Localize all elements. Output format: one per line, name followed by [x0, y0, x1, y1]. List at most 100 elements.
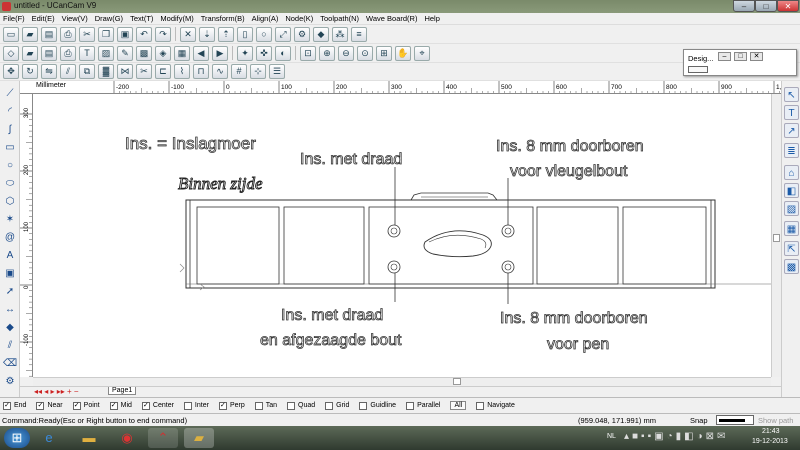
forward-icon[interactable]: ▶ — [212, 45, 228, 61]
gear-tool-icon[interactable]: ⚙ — [3, 375, 17, 389]
rect-tool-icon[interactable]: ▭ — [3, 141, 17, 155]
settings-icon[interactable]: ⚙ — [294, 26, 310, 42]
explorer-icon[interactable]: ▬ — [74, 428, 104, 448]
chrome-icon[interactable]: ◉ — [112, 428, 142, 448]
circle-tool-icon[interactable]: ○ — [3, 159, 17, 173]
undo-icon[interactable]: ↶ — [136, 26, 152, 42]
snap-option[interactable]: ✓ Perp — [218, 401, 245, 410]
vertical-scrollbar[interactable] — [771, 94, 781, 377]
measure-icon[interactable]: ⌖ — [414, 45, 430, 61]
polygon-tool-icon[interactable]: ⬡ — [3, 195, 17, 209]
rotate-icon[interactable]: ↻ — [22, 64, 38, 79]
knife-tool-icon[interactable]: ⫽ — [3, 339, 17, 353]
break-icon[interactable]: ⌇ — [174, 64, 190, 79]
tray-icons[interactable]: ▴■▪▪▣◔▮◧◑⊠✉ — [624, 431, 728, 442]
cut-icon[interactable]: ✂ — [79, 26, 95, 42]
snap-checkbox[interactable] — [359, 401, 368, 410]
menu-modify[interactable]: Modify(M) — [160, 14, 193, 23]
pointer-tool-icon[interactable]: ↖ — [784, 87, 799, 102]
vertical-scroll-thumb[interactable] — [773, 234, 780, 242]
offset-icon[interactable]: ⊏ — [155, 64, 171, 79]
snap-option[interactable]: Inter — [183, 401, 209, 410]
paste-icon[interactable]: ▣ — [117, 26, 133, 42]
panel-close-button[interactable]: ✕ — [750, 52, 763, 61]
select-icon[interactable]: ◇ — [3, 45, 19, 61]
menu-edit[interactable]: Edit(E) — [32, 14, 55, 23]
snap-icon[interactable]: ⊹ — [250, 64, 266, 79]
menu-transform[interactable]: Transform(B) — [201, 14, 245, 23]
rectangle-icon[interactable]: ▯ — [237, 26, 253, 42]
image-icon[interactable]: ▨ — [98, 45, 114, 61]
node-tool-icon[interactable]: ◆ — [3, 321, 17, 335]
menu-help[interactable]: Help — [424, 14, 439, 23]
zoom-box-icon[interactable]: ⊞ — [376, 45, 392, 61]
start-button[interactable]: ⊞ — [4, 428, 30, 448]
star-tool-icon[interactable]: ✶ — [3, 213, 17, 227]
skew-icon[interactable]: ⫽ — [60, 64, 76, 79]
menu-draw[interactable]: Draw(G) — [95, 14, 123, 23]
new-icon[interactable]: ▭ — [3, 26, 19, 42]
menu-view[interactable]: View(V) — [62, 14, 88, 23]
ie-icon[interactable]: e — [34, 428, 64, 448]
bitmap-tool-icon[interactable]: ▩ — [784, 259, 799, 274]
navigate-checkbox[interactable] — [476, 401, 485, 410]
layers-tool-icon[interactable]: ≣ — [784, 143, 799, 158]
snap-option[interactable]: Parallel — [406, 401, 440, 410]
menu-wave-board[interactable]: Wave Board(R) — [366, 14, 417, 23]
node-edit-tool-icon[interactable]: ↗ — [784, 123, 799, 138]
design-panel[interactable]: Desig... – □ ✕ — [683, 49, 797, 76]
grid-icon[interactable]: # — [231, 64, 247, 79]
redo-icon[interactable]: ↷ — [155, 26, 171, 42]
text-edit-tool-icon[interactable]: T — [784, 105, 799, 120]
image-tool-icon[interactable]: ▨ — [784, 201, 799, 216]
menu-node[interactable]: Node(K) — [285, 14, 313, 23]
snap-option[interactable]: Tan — [254, 401, 277, 410]
arrow-tool-icon[interactable]: ➚ — [3, 285, 17, 299]
navigate-option[interactable]: Navigate — [476, 401, 515, 410]
grid-tool-icon[interactable]: ▦ — [784, 221, 799, 236]
delete-icon[interactable]: ✕ — [180, 26, 196, 42]
snap-option[interactable]: ✓ Center — [141, 401, 174, 410]
print-icon[interactable]: ⎙ — [60, 45, 76, 61]
back-icon[interactable]: ◀ — [193, 45, 209, 61]
group-icon[interactable]: ▦ — [174, 45, 190, 61]
trace-icon[interactable]: ✦ — [237, 45, 253, 61]
text-icon[interactable]: T — [79, 45, 95, 61]
app-task-icon[interactable]: ▰ — [184, 428, 214, 448]
home-tool-icon[interactable]: ⌂ — [784, 165, 799, 180]
snap-checkbox[interactable] — [406, 401, 415, 410]
color-picker[interactable] — [716, 415, 754, 425]
snap-option[interactable]: Quad — [287, 401, 315, 410]
snap-option[interactable]: Guidline — [359, 401, 396, 410]
snap-option[interactable]: ✓ Point — [72, 401, 100, 410]
clock-date[interactable]: 19-12-2013 — [752, 438, 788, 445]
smooth-icon[interactable]: ∿ — [212, 64, 228, 79]
save-icon[interactable]: ▤ — [41, 26, 57, 42]
snap-option[interactable]: ✓ End — [3, 401, 26, 410]
mirror-icon[interactable]: ⇋ — [41, 64, 57, 79]
pan-icon[interactable]: ✋ — [395, 45, 411, 61]
zoom-out-icon[interactable]: ⊖ — [338, 45, 354, 61]
panel-tab[interactable] — [688, 66, 708, 73]
color-tool-icon[interactable]: ◧ — [784, 183, 799, 198]
snap-option[interactable]: ✓ Mid — [109, 401, 132, 410]
scale-icon[interactable]: ⤢ — [275, 26, 291, 42]
horizontal-scroll-thumb[interactable] — [453, 378, 461, 385]
join-icon[interactable]: ⊓ — [193, 64, 209, 79]
zoom-sel-icon[interactable]: ⊙ — [357, 45, 373, 61]
page-nav-icons[interactable]: ◂◂ ◂ ▸ ▸▸ + − — [34, 387, 79, 396]
snap-checkbox[interactable] — [254, 401, 263, 410]
color-icon[interactable]: ◐ — [275, 45, 291, 61]
weld-icon[interactable]: ⋈ — [117, 64, 133, 79]
minimize-button[interactable]: – — [733, 0, 755, 12]
trim-icon[interactable]: ✂ — [136, 64, 152, 79]
eraser-tool-icon[interactable]: ⌫ — [3, 357, 17, 371]
drawing-canvas[interactable]: Ins. = Inslagmoer Ins. met draad Ins. 8 … — [33, 94, 774, 377]
maximize-button[interactable]: □ — [755, 0, 777, 12]
clock-time[interactable]: 21:43 — [762, 428, 780, 435]
vector-icon[interactable]: ✎ — [117, 45, 133, 61]
text-tool-icon[interactable]: A — [3, 249, 17, 263]
zoom-in-icon[interactable]: ⊕ — [319, 45, 335, 61]
spiral-tool-icon[interactable]: @ — [3, 231, 17, 245]
close-button[interactable]: ✕ — [777, 0, 799, 12]
